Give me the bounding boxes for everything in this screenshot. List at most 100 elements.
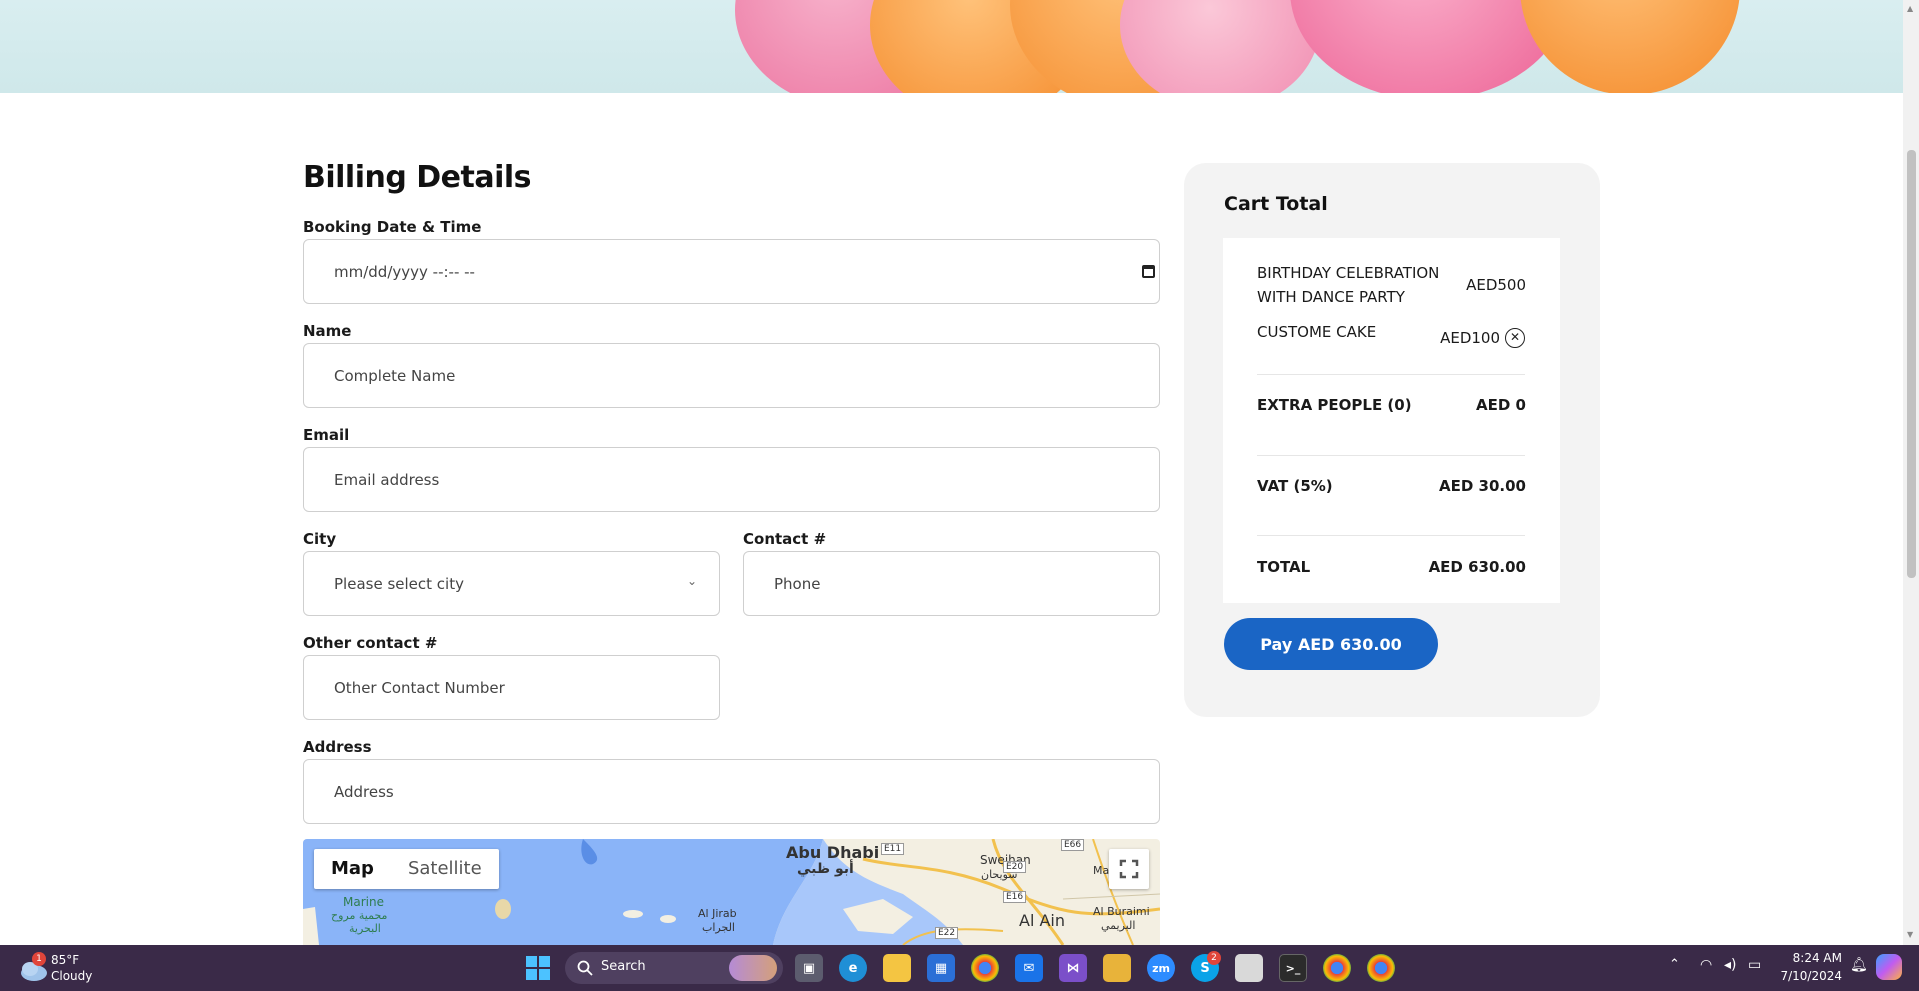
page-viewport: Billing Details Booking Date & Time mm/d…	[0, 0, 1903, 945]
total-value: AED 630.00	[1428, 558, 1526, 576]
booking-datetime-placeholder: mm/dd/yyyy --:-- --	[334, 262, 475, 281]
microsoft-store-icon[interactable]: ▦	[927, 954, 955, 982]
terminal-icon[interactable]: >_	[1279, 954, 1307, 982]
name-label: Name	[303, 322, 352, 340]
map-label: البحرية	[349, 922, 381, 935]
map-label: البريمي	[1101, 919, 1136, 932]
weather-description: Cloudy	[51, 969, 93, 983]
show-hidden-icons-chevron-icon[interactable]: ⌃	[1669, 957, 1680, 972]
map-label: Al Buraimi	[1093, 905, 1150, 918]
vat-value: AED 30.00	[1439, 477, 1526, 495]
task-view-icon[interactable]: ▣	[795, 954, 823, 982]
email-placeholder: Email address	[334, 470, 440, 489]
cart-total-panel: Cart Total BIRTHDAY CELEBRATION WITH DAN…	[1184, 163, 1600, 717]
address-input[interactable]: Address	[303, 759, 1160, 824]
balloon	[1520, 0, 1740, 93]
map-label: Al Ain	[1019, 911, 1066, 930]
map-type-map-button[interactable]: Map	[314, 849, 391, 889]
start-button[interactable]	[526, 956, 550, 980]
skype-notification-badge: 2	[1207, 951, 1221, 965]
search-highlight-image	[729, 955, 777, 981]
vat-label: VAT (5%)	[1257, 477, 1333, 495]
cart-item-price: AED500	[1466, 276, 1526, 294]
map-label: أبو ظبي	[797, 861, 854, 877]
phone-input[interactable]: Phone	[743, 551, 1160, 616]
location-map[interactable]: Map Satellite Abu Dhabi أبو ظبي Sweihan …	[303, 839, 1160, 945]
chrome-icon[interactable]	[1367, 954, 1395, 982]
map-label: محمية مروح	[331, 909, 388, 922]
notepad-icon[interactable]	[1235, 954, 1263, 982]
email-input[interactable]: Email address	[303, 447, 1160, 512]
hero-banner-image	[0, 0, 1903, 93]
zoom-icon[interactable]: zm	[1147, 954, 1175, 982]
other-contact-label: Other contact #	[303, 634, 438, 652]
email-label: Email	[303, 426, 350, 444]
map-label: Al Jirab	[698, 907, 737, 920]
map-label: Marine	[343, 895, 384, 909]
contact-label: Contact #	[743, 530, 827, 548]
notification-bell-icon[interactable]: 🔔︎	[1850, 957, 1868, 973]
divider	[1257, 455, 1525, 456]
cart-item-name-line: WITH DANCE PARTY	[1257, 288, 1405, 306]
scroll-up-arrow-icon[interactable]: ▲	[1907, 4, 1913, 13]
billing-details-heading: Billing Details	[303, 160, 532, 195]
map-label: Abu Dhabi	[786, 843, 880, 862]
folder-app-icon[interactable]	[1103, 954, 1131, 982]
address-label: Address	[303, 738, 372, 756]
chrome-icon[interactable]	[1323, 954, 1351, 982]
windows-logo-icon	[526, 956, 550, 980]
divider	[1257, 535, 1525, 536]
clock-date[interactable]: 7/10/2024	[1778, 969, 1842, 983]
volume-icon[interactable]: ◂)	[1724, 957, 1737, 973]
mail-icon[interactable]: ✉	[1015, 954, 1043, 982]
fullscreen-icon	[1119, 859, 1139, 879]
remove-item-icon[interactable]: ✕	[1505, 328, 1525, 348]
chrome-icon[interactable]	[971, 954, 999, 982]
name-input[interactable]: Complete Name	[303, 343, 1160, 408]
address-placeholder: Address	[334, 782, 394, 801]
city-selected-value: Please select city	[334, 574, 464, 593]
road-marker: E11	[881, 843, 905, 855]
name-placeholder: Complete Name	[334, 366, 456, 385]
cart-item-price: AED100	[1440, 329, 1500, 347]
map-label: Ma	[1093, 864, 1110, 877]
file-explorer-icon[interactable]	[883, 954, 911, 982]
page-scrollbar[interactable]: ▲ ▼	[1903, 0, 1919, 945]
cart-total-heading: Cart Total	[1224, 193, 1328, 215]
other-contact-input[interactable]: Other Contact Number	[303, 655, 720, 720]
scrollbar-thumb[interactable]	[1907, 150, 1916, 578]
balloon	[1120, 0, 1320, 93]
map-type-toggle[interactable]: Map Satellite	[314, 849, 499, 889]
battery-icon[interactable]: ▭	[1748, 957, 1761, 973]
weather-temperature: 85°F	[51, 953, 80, 967]
road-marker: E20	[1003, 861, 1027, 873]
cart-summary: BIRTHDAY CELEBRATION WITH DANCE PARTY AE…	[1223, 238, 1560, 603]
cart-item-name-line: BIRTHDAY CELEBRATION	[1257, 264, 1440, 282]
extra-people-value: AED 0	[1476, 396, 1526, 414]
clock-time[interactable]: 8:24 AM	[1778, 951, 1842, 965]
wifi-icon[interactable]: ◠	[1700, 957, 1712, 973]
road-marker: E22	[935, 927, 959, 939]
weather-notification-badge: 1	[32, 952, 46, 966]
taskbar-search-box[interactable]: Search	[565, 952, 783, 984]
edge-icon[interactable]: e	[839, 954, 867, 982]
search-icon	[577, 960, 593, 976]
booking-datetime-input[interactable]: mm/dd/yyyy --:-- --	[303, 239, 1160, 304]
cart-item-name: BIRTHDAY CELEBRATION WITH DANCE PARTY	[1257, 261, 1439, 309]
city-label: City	[303, 530, 337, 548]
map-type-satellite-button[interactable]: Satellite	[391, 849, 499, 889]
copilot-icon[interactable]	[1876, 954, 1902, 980]
weather-widget[interactable]: 1 85°F Cloudy	[14, 950, 124, 986]
map-label: الجراب	[702, 921, 735, 934]
city-select[interactable]: Please select city ⌄	[303, 551, 720, 616]
extra-people-label: EXTRA PEOPLE (0)	[1257, 396, 1412, 414]
booking-date-label: Booking Date & Time	[303, 218, 482, 236]
cart-item-name: CUSTOME CAKE	[1257, 323, 1377, 341]
calendar-icon[interactable]	[1142, 265, 1155, 278]
visual-studio-icon[interactable]: ⋈	[1059, 954, 1087, 982]
total-label: TOTAL	[1257, 558, 1311, 576]
pay-button[interactable]: Pay AED 630.00	[1224, 618, 1438, 670]
fullscreen-button[interactable]	[1109, 849, 1149, 889]
scroll-down-arrow-icon[interactable]: ▼	[1907, 930, 1913, 939]
road-marker: E66	[1061, 839, 1085, 851]
